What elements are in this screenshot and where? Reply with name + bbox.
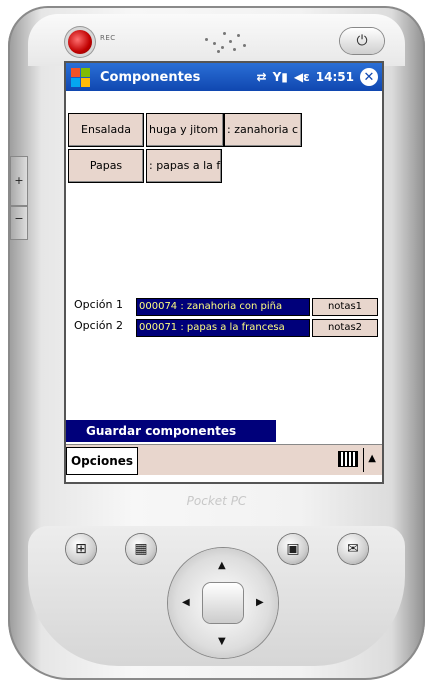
clock-time[interactable]: 14:51 [316,70,354,84]
window-title: Componentes [100,69,201,85]
close-icon[interactable]: ✕ [360,68,378,86]
speaker-grill [203,30,251,60]
volume-up-button[interactable]: + [10,156,28,206]
rec-label: REC [100,34,116,42]
component-button-huga[interactable]: huga y jitom [146,113,224,147]
hw-inbox-button[interactable]: ✉ [338,534,368,564]
title-bar: Componentes ⇄ Y▮ ◀ε 14:51 ✕ [66,63,382,91]
keyboard-icon[interactable] [338,451,358,467]
hw-contacts-button[interactable]: ▣ [278,534,308,564]
power-icon: ⏻ [356,33,368,49]
pocket-pc-logo: Pocket PC [186,494,247,508]
notes-1-button[interactable]: notas1 [312,298,378,316]
component-button-papas-francesa[interactable]: : papas a la f [146,149,222,183]
menu-bar: Opciones ▲ [66,444,382,475]
mail-icon: ✉ [347,541,359,557]
navigation-pad[interactable]: ▲ ▼ ◀ ▶ [168,548,278,658]
signal-icon[interactable]: Y▮ [273,70,288,84]
hw-calendar-button[interactable]: ▦ [126,534,156,564]
action-button[interactable] [203,583,243,623]
calendar-icon: ▦ [134,541,148,557]
arrow-up-icon[interactable]: ▲ [218,560,226,571]
contacts-icon: ▣ [286,541,300,557]
hw-start-button[interactable]: ⊞ [66,534,96,564]
arrow-left-icon[interactable]: ◀ [182,597,190,608]
component-button-ensalada[interactable]: Ensalada [68,113,144,147]
save-components-button[interactable]: Guardar componentes [66,420,276,442]
component-button-zanahoria[interactable]: : zanahoria c [224,113,302,147]
windows-start-icon[interactable] [68,66,94,88]
screen: Componentes ⇄ Y▮ ◀ε 14:51 ✕ Ensalada hug… [64,61,384,484]
volume-icon[interactable]: ◀ε [294,70,310,84]
sync-icon[interactable]: ⇄ [257,70,267,84]
option-2-field[interactable]: 000071 : papas a la francesa [136,319,310,337]
arrow-down-icon[interactable]: ▼ [218,636,226,647]
component-button-papas[interactable]: Papas [68,149,144,183]
opciones-menu[interactable]: Opciones [66,447,138,475]
chevron-up-icon[interactable]: ▲ [368,453,376,464]
option-1-field[interactable]: 000074 : zanahoria con piña [136,298,310,316]
record-button[interactable] [68,30,92,54]
volume-down-button[interactable]: − [10,206,28,240]
option-1-label: Opción 1 [74,298,123,311]
notes-2-button[interactable]: notas2 [312,319,378,337]
menu-separator [363,448,364,472]
power-button[interactable]: ⏻ [340,28,384,54]
arrow-right-icon[interactable]: ▶ [256,597,264,608]
option-2-label: Opción 2 [74,319,123,332]
windows-icon: ⊞ [75,541,87,557]
